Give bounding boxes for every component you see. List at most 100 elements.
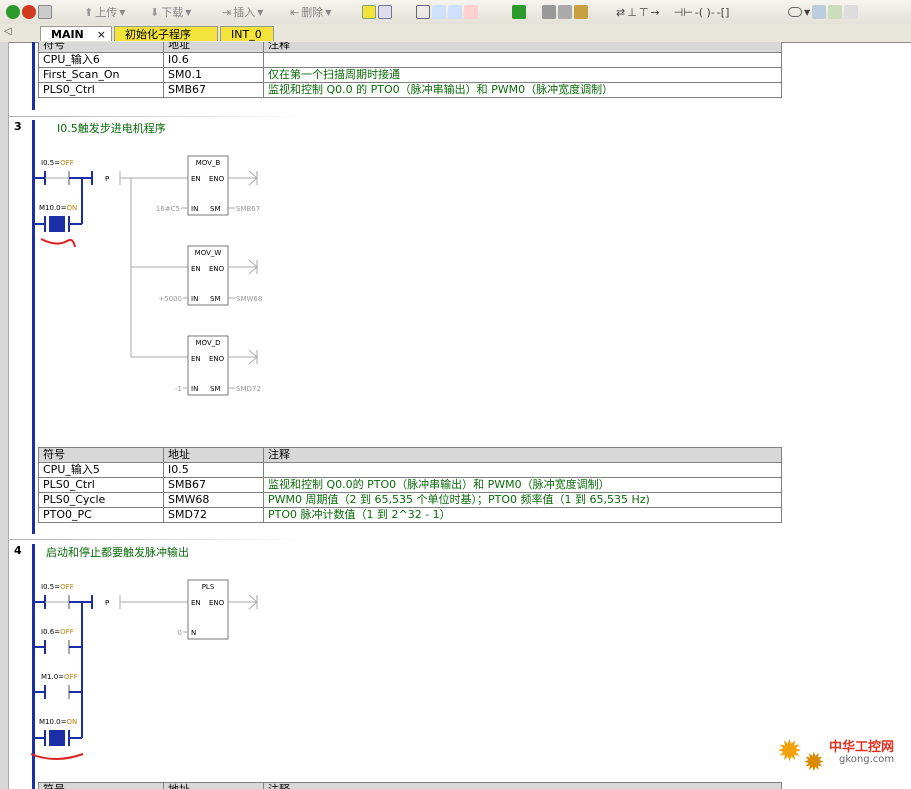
table-cell[interactable]: 仅在第一个扫描周期时接通 xyxy=(263,67,782,83)
mov-d-block[interactable]: MOV_D EN ENO IN SM -1 SMD72 xyxy=(175,335,261,396)
insert-button[interactable]: ⇥ 插入 ▼ xyxy=(222,4,263,20)
contact-m100[interactable] xyxy=(35,730,82,746)
clear-icon[interactable] xyxy=(464,5,478,19)
contact-icon[interactable]: ⊣⊢ xyxy=(674,6,693,19)
contact-i06[interactable] xyxy=(35,640,82,654)
trend-view-icon[interactable] xyxy=(378,5,392,19)
contact-i05[interactable] xyxy=(35,595,82,609)
table-cell[interactable]: PTO0_PC xyxy=(38,507,164,523)
tab-init-subroutine[interactable]: 初始化子程序 xyxy=(114,26,218,41)
delete-button[interactable]: ⇤ 删除 ▼ xyxy=(290,4,331,20)
table-row[interactable]: PLS0_Ctrl SMB67 监视和控制 Q0.0的 PTO0（脉冲串输出）和 P… xyxy=(38,477,782,493)
contact-i05[interactable] xyxy=(35,171,82,185)
stop-icon[interactable] xyxy=(22,5,36,19)
svg-text:ENO: ENO xyxy=(209,599,225,607)
mov-b-block[interactable]: MOV_B EN ENO IN SM 16#C5 SMB67 xyxy=(156,155,260,216)
table-row[interactable]: PLS0_Ctrl SMB67 监视和控制 Q0.0 的 PTO0（脉冲串输出）和 … xyxy=(38,82,782,98)
table-row[interactable]: PTO0_PC SMD72 PTO0 脉冲计数值（1 到 2^32 - 1） xyxy=(38,507,782,523)
contact-address: I0.5=OFF xyxy=(41,583,74,591)
table-cell[interactable] xyxy=(263,52,782,68)
gear-icon: ✹ xyxy=(803,748,825,778)
chevron-down-icon: ▼ xyxy=(185,7,192,17)
column-header: 符号 xyxy=(38,447,164,463)
svg-text:ENO: ENO xyxy=(209,355,225,363)
table-cell[interactable] xyxy=(263,462,782,478)
line-up-icon[interactable]: ⊤ xyxy=(639,6,649,19)
tab-bar: ◁ MAIN × 初始化子程序 INT_0 xyxy=(0,24,911,43)
table-cell[interactable]: CPU_输入5 xyxy=(38,462,164,478)
edit-icon[interactable] xyxy=(828,5,843,19)
tab-init-label: 初始化子程序 xyxy=(125,28,191,41)
table-cell[interactable]: CPU_输入6 xyxy=(38,52,164,68)
table-cell[interactable]: SMB67 xyxy=(163,82,264,98)
compile-icon[interactable] xyxy=(38,5,52,19)
table-cell[interactable]: SMB67 xyxy=(163,477,264,493)
chevron-down-icon: ▼ xyxy=(325,7,332,17)
table-cell[interactable]: 监视和控制 Q0.0 的 PTO0（脉冲串输出）和 PWM0（脉冲宽度调制） xyxy=(263,82,782,98)
table-cell[interactable]: SMD72 xyxy=(163,507,264,523)
table-cell[interactable]: SMW68 xyxy=(163,492,264,508)
rectangle-icon[interactable] xyxy=(416,5,430,19)
properties-icon[interactable] xyxy=(844,5,859,19)
svg-text:ENO: ENO xyxy=(209,175,225,183)
column-header: 注释 xyxy=(263,42,782,53)
table-row[interactable]: PLS0_Cycle SMW68 PWM0 周期值（2 到 65,535 个单位时基… xyxy=(38,492,782,508)
tab-scroll-left-icon[interactable]: ◁ xyxy=(4,26,12,37)
unfold-icon[interactable] xyxy=(448,5,462,19)
ladder-tools: ⇄ ⊥ ⊤ → ⊣⊢ -( )- -[] xyxy=(616,4,729,20)
table-row[interactable]: CPU_输入6 I0.6 xyxy=(38,52,782,68)
download-button[interactable]: ⬇ 下载 ▼ xyxy=(150,4,191,20)
delete-label: 删除 xyxy=(301,6,324,19)
contact-address: M10.0=ON xyxy=(39,718,77,726)
table-cell[interactable]: SM0.1 xyxy=(163,67,264,83)
insert-label: 插入 xyxy=(233,6,256,19)
tab-main[interactable]: MAIN × xyxy=(40,26,112,41)
contact-m10[interactable] xyxy=(35,685,82,699)
upload-button[interactable]: ⬆ 上传 ▼ xyxy=(84,4,125,20)
tab-main-label: MAIN xyxy=(51,28,84,41)
branch-icon[interactable]: ⇄ xyxy=(616,6,625,19)
contact-m100[interactable] xyxy=(35,216,82,232)
table-row[interactable]: First_Scan_On SM0.1 仅在第一个扫描周期时接通 xyxy=(38,67,782,83)
table-cell[interactable]: PTO0 脉冲计数值（1 到 2^32 - 1） xyxy=(263,507,782,523)
table-cell[interactable]: PLS0_Cycle xyxy=(38,492,164,508)
table-cell[interactable]: I0.6 xyxy=(163,52,264,68)
table-cell[interactable]: First_Scan_On xyxy=(38,67,164,83)
delete-icon: ⇤ xyxy=(290,5,300,19)
svg-text:SMD72: SMD72 xyxy=(236,385,261,393)
goto-icon[interactable] xyxy=(512,5,526,19)
svg-text:IN: IN xyxy=(191,205,198,213)
unlock-icon[interactable] xyxy=(558,5,572,19)
table-row[interactable]: CPU_输入5 I0.5 xyxy=(38,462,782,478)
program-status-icon[interactable] xyxy=(362,5,376,19)
line-down-icon[interactable]: ⊥ xyxy=(627,6,637,19)
column-header: 符号 xyxy=(38,42,164,53)
table-cell[interactable]: PWM0 周期值（2 到 65,535 个单位时基）；PTO0 频率值（1 到 … xyxy=(263,492,782,508)
svg-text:MOV_W: MOV_W xyxy=(195,249,222,257)
program-editor: 符号 地址 注释 CPU_输入6 I0.6 First_Scan_On SM0.1 仅在第一… xyxy=(9,42,911,789)
key-icon[interactable] xyxy=(574,5,588,19)
tab-int0[interactable]: INT_0 xyxy=(220,26,274,41)
p-edge-label: P xyxy=(105,175,109,183)
table-cell[interactable]: 监视和控制 Q0.0的 PTO0（脉冲串输出）和 PWM0（脉冲宽度调制） xyxy=(263,477,782,493)
line-right-icon[interactable]: → xyxy=(650,6,659,19)
comment-icon[interactable] xyxy=(788,7,802,17)
box-icon[interactable]: -[] xyxy=(717,6,730,19)
power-rail xyxy=(32,42,35,110)
watermark: ✹ ✹ 中华工控网 gkong.com xyxy=(777,730,907,778)
pls-block[interactable]: PLS EN ENO N 0 xyxy=(178,579,258,640)
svg-text:16#C5: 16#C5 xyxy=(156,205,180,213)
misc-tools: ▼ xyxy=(788,4,859,20)
close-icon[interactable]: × xyxy=(97,27,106,42)
coil-icon[interactable]: -( )- xyxy=(695,6,715,19)
symbol-table: 符号地址注释 xyxy=(38,782,782,789)
symbol-table-icon[interactable] xyxy=(812,5,827,19)
red-annotation-mark xyxy=(40,238,76,248)
table-cell[interactable]: I0.5 xyxy=(163,462,264,478)
table-cell[interactable]: PLS0_Ctrl xyxy=(38,82,164,98)
run-icon[interactable] xyxy=(6,5,20,19)
lock-icon[interactable] xyxy=(542,5,556,19)
mov-w-block[interactable]: MOV_W EN ENO IN SM +5000 SMW68 xyxy=(158,245,262,306)
fold-icon[interactable] xyxy=(432,5,446,19)
table-cell[interactable]: PLS0_Ctrl xyxy=(38,477,164,493)
